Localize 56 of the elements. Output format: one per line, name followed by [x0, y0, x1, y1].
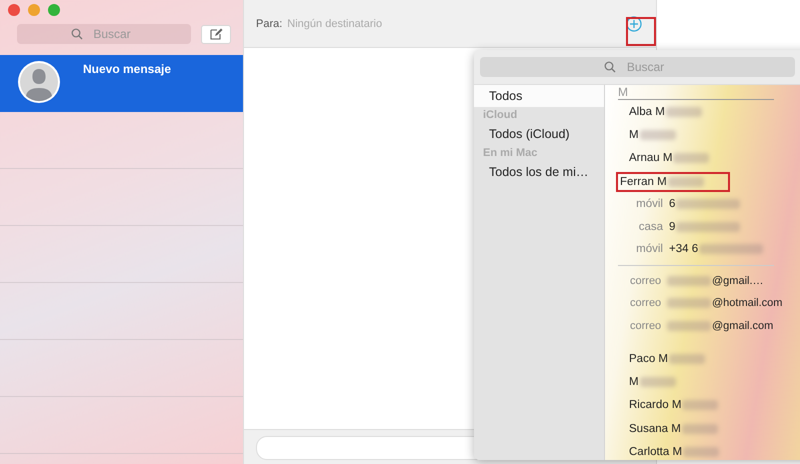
detail-label: correo	[630, 297, 660, 310]
minimize-button[interactable]	[28, 4, 40, 16]
contact-item[interactable]: Alba M	[617, 104, 714, 120]
detail-label: casa	[638, 220, 663, 233]
redacted-blur	[676, 222, 740, 232]
detail-label: correo	[630, 320, 660, 332]
detail-label: correo	[630, 274, 660, 287]
add-contact-button[interactable]	[626, 16, 642, 32]
phone-number[interactable]: +34 6	[669, 243, 764, 256]
group-header: iCloud	[482, 108, 518, 123]
close-button[interactable]	[8, 4, 20, 16]
redacted-blur	[667, 320, 711, 331]
search-icon	[71, 28, 83, 40]
email-address[interactable]: @hotmail.com	[666, 297, 782, 310]
redacted-blur	[667, 298, 711, 308]
redacted-blur	[667, 276, 711, 286]
contact-item[interactable]: M	[617, 126, 688, 143]
redacted-blur	[676, 199, 740, 210]
redacted-blur	[683, 447, 720, 458]
detail-label: móvil	[635, 198, 663, 210]
section-letter: M	[618, 85, 774, 100]
contact-item[interactable]: Susana M	[617, 420, 730, 437]
contact-item[interactable]: M	[617, 374, 688, 390]
redacted-blur	[673, 153, 710, 164]
contact-item[interactable]: Carlotta M	[617, 444, 732, 460]
email-address[interactable]: @gmail.…	[666, 274, 764, 287]
redacted-blur	[669, 354, 705, 364]
email-address[interactable]: @gmail.com	[666, 320, 774, 332]
detail-label: móvil	[635, 243, 663, 256]
redacted-blur	[699, 244, 764, 254]
redacted-blur	[682, 424, 718, 434]
group-item[interactable]: Todos (iCloud)	[474, 123, 604, 145]
redacted-blur	[668, 176, 704, 187]
conversation-item[interactable]: Nuevo mensaje	[0, 55, 243, 112]
redacted-blur	[640, 130, 676, 140]
phone-number[interactable]: 6	[669, 198, 740, 210]
compose-icon	[209, 28, 223, 40]
search-icon	[604, 61, 616, 73]
group-item[interactable]: Todos los de mi…	[474, 161, 604, 183]
conversation-name: Nuevo mensaje	[83, 62, 172, 76]
redacted-blur	[666, 106, 702, 117]
contact-item[interactable]: Paco M	[617, 350, 717, 367]
contact-item[interactable]: Ricardo M	[617, 397, 730, 414]
avatar-icon	[17, 60, 61, 104]
zoom-button[interactable]	[48, 4, 60, 16]
recipient-field[interactable]: Ningún destinatario	[285, 16, 623, 30]
contact-item[interactable]: Arnau M	[617, 150, 722, 166]
compose-button[interactable]	[201, 24, 231, 44]
phone-number[interactable]: 9	[669, 220, 740, 233]
plus-circle-icon	[626, 16, 642, 32]
contact-item[interactable]: Ferran M	[616, 172, 730, 192]
to-label: Para:	[256, 18, 282, 30]
group-item[interactable]: Todos	[474, 85, 604, 107]
group-header: En mi Mac	[482, 146, 538, 161]
redacted-blur	[682, 400, 718, 410]
redacted-blur	[640, 377, 676, 388]
